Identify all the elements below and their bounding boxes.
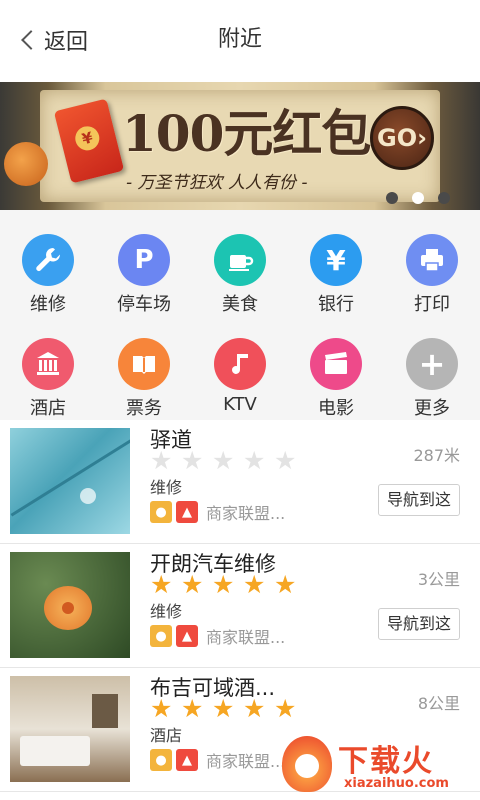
place-distance: 287米 [413, 446, 460, 465]
list-item[interactable]: 驿道 ★ ★ ★ ★ ★ 维修 ● ▲ 商家联盟... 287米 导航到这 [0, 420, 480, 544]
star-icon: ★ [181, 570, 204, 599]
category-label: 打印 [414, 294, 450, 315]
page-title: 附近 [217, 27, 262, 52]
site-watermark: 下载火 xiazaihuo.com [282, 736, 478, 800]
category-label: 酒店 [30, 398, 66, 419]
star-icon: ★ [274, 446, 297, 475]
coffee-cup-icon [214, 234, 266, 286]
category-5[interactable]: 酒店 [0, 322, 96, 419]
category-2[interactable]: 美食 [192, 218, 288, 315]
fire-icon: ▲ [176, 749, 198, 771]
page-dot[interactable] [438, 192, 450, 204]
star-icon: ★ [181, 694, 204, 723]
merchant-alliance-text: 商家联盟... [206, 628, 286, 647]
place-thumbnail [10, 552, 130, 658]
category-7[interactable]: KTV [192, 322, 288, 415]
place-thumbnail [10, 676, 130, 782]
category-label: KTV [223, 394, 257, 415]
star-rating: ★ ★ ★ ★ ★ [150, 696, 305, 722]
star-icon: ★ [243, 446, 266, 475]
page-dot[interactable] [386, 192, 398, 204]
lightbulb-icon: ● [150, 501, 172, 523]
wrench-icon [22, 234, 74, 286]
category-label: 电影 [318, 398, 354, 419]
yen-icon: ¥ [310, 234, 362, 286]
place-thumbnail [10, 428, 130, 534]
star-icon: ★ [274, 570, 297, 599]
place-distance: 8公里 [417, 694, 460, 713]
top-bar: 返回 附近 [0, 0, 480, 82]
category-label: 票务 [126, 398, 162, 419]
category-3[interactable]: ¥ 银行 [288, 218, 384, 315]
star-icon: ★ [243, 694, 266, 723]
hotel-icon [22, 338, 74, 390]
watermark-text: 下载火 [338, 744, 434, 779]
category-label: 维修 [30, 294, 66, 315]
printer-icon [406, 234, 458, 286]
banner-subtitle: - 万圣节狂欢 人人有份 - [126, 173, 308, 193]
category-4[interactable]: 打印 [384, 218, 480, 315]
music-note-icon [214, 338, 266, 390]
place-category: 酒店 [150, 726, 183, 745]
place-category: 维修 [150, 478, 183, 497]
category-8[interactable]: 电影 [288, 322, 384, 419]
navigate-here-button[interactable]: 导航到这 [378, 484, 460, 516]
banner-headline: 100元红包 [122, 104, 371, 163]
navigate-here-button[interactable]: 导航到这 [378, 608, 460, 640]
star-icon: ★ [150, 694, 173, 723]
flame-logo-icon [282, 736, 332, 792]
pumpkin-icon [4, 142, 48, 186]
star-rating: ★ ★ ★ ★ ★ [150, 572, 305, 598]
fire-icon: ▲ [176, 625, 198, 647]
star-icon: ★ [150, 446, 173, 475]
merchant-alliance-text: 商家联盟... [206, 504, 286, 523]
banner-go-button[interactable]: GO› [370, 106, 434, 170]
category-label: 美食 [222, 294, 258, 315]
category-grid: 维修 P 停车场 美食 ¥ 银行 打印酒店 票务 KTV 电影 + 更多 [0, 210, 480, 420]
category-label: 银行 [318, 294, 354, 315]
star-icon: ★ [243, 570, 266, 599]
star-icon: ★ [274, 694, 297, 723]
page-dot[interactable] [412, 192, 424, 204]
category-label: 更多 [414, 398, 450, 419]
star-icon: ★ [212, 446, 235, 475]
category-1[interactable]: P 停车场 [96, 218, 192, 315]
merchant-badges: ● ▲ 商家联盟... [150, 748, 285, 772]
list-item[interactable]: 开朗汽车维修 ★ ★ ★ ★ ★ 维修 ● ▲ 商家联盟... 3公里 导航到这 [0, 544, 480, 668]
star-icon: ★ [212, 694, 235, 723]
merchant-alliance-text: 商家联盟... [206, 752, 286, 771]
lightbulb-icon: ● [150, 749, 172, 771]
place-category: 维修 [150, 602, 183, 621]
parking-icon: P [118, 234, 170, 286]
star-rating: ★ ★ ★ ★ ★ [150, 448, 305, 474]
ticket-book-icon [118, 338, 170, 390]
yen-coin-icon: ¥ [72, 123, 102, 153]
category-label: 停车场 [117, 294, 171, 315]
merchant-badges: ● ▲ 商家联盟... [150, 624, 285, 648]
star-icon: ★ [181, 446, 204, 475]
star-icon: ★ [150, 570, 173, 599]
watermark-url: xiazaihuo.com [344, 776, 449, 791]
fire-icon: ▲ [176, 501, 198, 523]
plus-icon: + [406, 338, 458, 390]
category-9[interactable]: + 更多 [384, 322, 480, 419]
clapperboard-icon [310, 338, 362, 390]
place-distance: 3公里 [417, 570, 460, 589]
lightbulb-icon: ● [150, 625, 172, 647]
merchant-badges: ● ▲ 商家联盟... [150, 500, 285, 524]
promo-banner[interactable]: ¥ 100元红包 - 万圣节狂欢 人人有份 - GO› [0, 82, 480, 210]
category-0[interactable]: 维修 [0, 218, 96, 315]
category-6[interactable]: 票务 [96, 322, 192, 419]
star-icon: ★ [212, 570, 235, 599]
